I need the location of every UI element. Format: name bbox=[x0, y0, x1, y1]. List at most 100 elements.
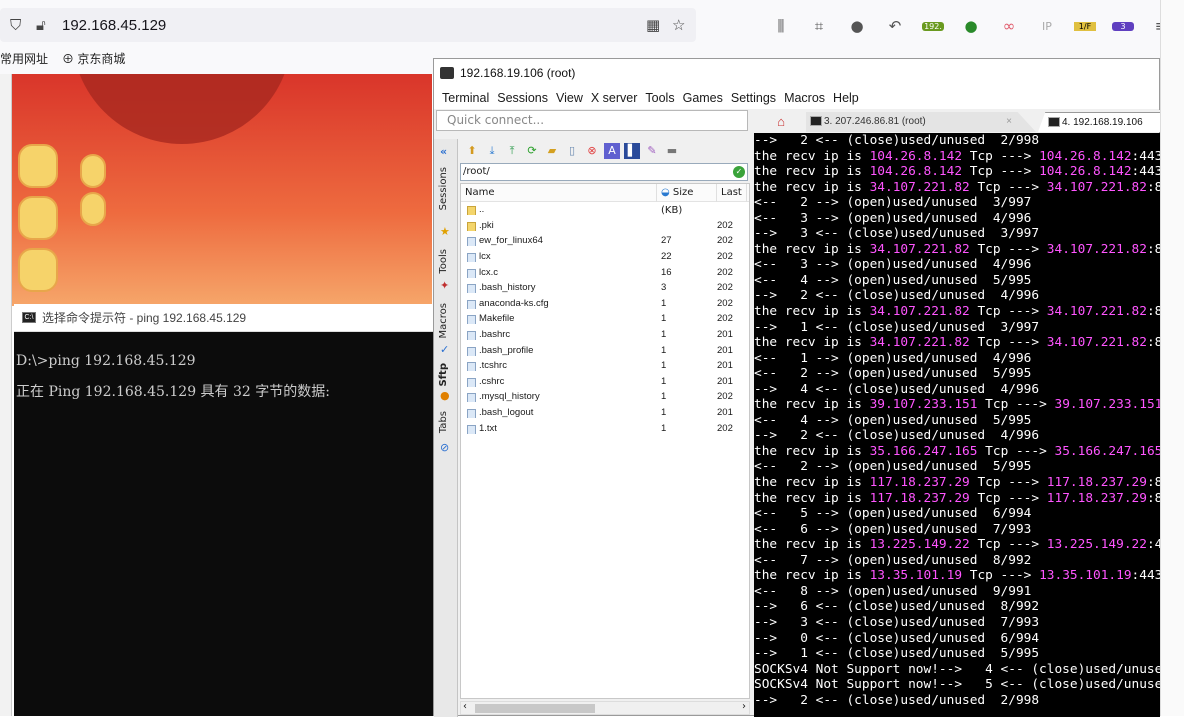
cmd-output[interactable]: D:\>ping 192.168.45.129 正在 Ping 192.168.… bbox=[14, 332, 434, 422]
tab-session-4[interactable]: 4. 192.168.19.106 (root) bbox=[1038, 112, 1160, 132]
file-row[interactable]: Makefile 1 202 bbox=[461, 311, 749, 327]
sftp-file-list[interactable]: Name ◒ Size (KB) Last .. .pki 202 ew_for_li… bbox=[460, 183, 750, 699]
menu-sessions[interactable]: Sessions bbox=[493, 91, 552, 105]
file-icon bbox=[467, 237, 476, 247]
tab-session-3[interactable]: 3. 207.246.86.81 (root) × bbox=[806, 112, 1036, 132]
tab-tools[interactable]: Tools bbox=[438, 249, 449, 274]
extension-badge-icon[interactable]: 192. bbox=[922, 21, 944, 31]
bookmark-item[interactable]: 常用网址 bbox=[0, 50, 48, 70]
url-bar[interactable]: ⛉ 🔓︎ 192.168.45.129 ▦ ☆ bbox=[0, 8, 696, 42]
file-row[interactable]: .bash_history 3 202 bbox=[461, 280, 749, 296]
green-globe-icon[interactable]: ● bbox=[960, 17, 982, 35]
menu-settings[interactable]: Settings bbox=[727, 91, 780, 105]
file-row[interactable]: .bashrc 1 201 bbox=[461, 327, 749, 343]
bookmark-item[interactable]: ⊕ 京东商城 bbox=[62, 50, 125, 70]
rename-icon[interactable]: A bbox=[604, 143, 620, 159]
terminal-tabs: ⌂ 3. 207.246.86.81 (root) × 4. 192.168.19… bbox=[754, 110, 1160, 132]
scroll-left-icon[interactable]: ‹ bbox=[463, 701, 467, 712]
bookmark-star-icon[interactable]: ☆ bbox=[672, 16, 685, 34]
menu-terminal[interactable]: Terminal bbox=[438, 91, 493, 105]
file-last-modified: 202 bbox=[717, 313, 733, 325]
column-name[interactable]: Name bbox=[461, 184, 657, 202]
filter-icon: ◒ bbox=[661, 186, 673, 198]
new-file-icon[interactable]: ▯ bbox=[564, 143, 580, 159]
file-row[interactable]: lcx.c 16 202 bbox=[461, 264, 749, 280]
file-row[interactable]: anaconda-ks.cfg 1 202 bbox=[461, 296, 749, 312]
sftp-path-input[interactable]: /root/ ✓ bbox=[460, 163, 748, 181]
terminal-line: <-- 4 --> (open)used/unused 5/995 bbox=[754, 413, 1160, 429]
terminal-text: the recv ip is bbox=[754, 164, 870, 180]
terminal-text: Tcp ---> bbox=[977, 397, 1055, 413]
file-list-scrollbar[interactable]: ‹ › bbox=[460, 701, 750, 715]
tab-macros[interactable]: Macros bbox=[438, 303, 449, 338]
refresh-icon[interactable]: ⟳ bbox=[524, 143, 540, 159]
home-tab-icon[interactable]: ⌂ bbox=[762, 112, 796, 132]
menu-xserver[interactable]: X server bbox=[587, 91, 642, 105]
column-last[interactable]: Last bbox=[717, 184, 747, 202]
upload-icon[interactable]: ⤒ bbox=[504, 143, 520, 159]
terminal-line: SOCKSv4 Not Support now!--> 4 <-- (close… bbox=[754, 662, 1160, 678]
close-tab-icon[interactable]: × bbox=[1006, 112, 1012, 132]
scroll-right-icon[interactable]: › bbox=[742, 701, 746, 712]
file-row[interactable]: .pki 202 bbox=[461, 218, 749, 234]
lantern-icon bbox=[80, 154, 106, 188]
parent-folder-icon[interactable]: ⬆ bbox=[464, 143, 480, 159]
terminal-line: the recv ip is 104.26.8.142 Tcp ---> 104… bbox=[754, 149, 1160, 165]
sftp-toolbar: ⬆ ⤓ ⤒ ⟳ ▰ ▯ ⊗ A ▌ ✎ ▬ bbox=[460, 139, 750, 163]
file-row[interactable]: ew_for_linux64 27 202 bbox=[461, 233, 749, 249]
properties-icon[interactable]: ▌ bbox=[624, 143, 640, 159]
crop-icon[interactable]: ⌗ bbox=[808, 17, 830, 35]
mobaxterm-window[interactable]: 192.168.19.106 (root) Terminal Sessions … bbox=[433, 58, 1160, 717]
tab-sftp[interactable]: Sftp bbox=[438, 363, 449, 387]
tab-tabs[interactable]: Tabs bbox=[438, 411, 449, 433]
menu-help[interactable]: Help bbox=[829, 91, 863, 105]
column-size[interactable]: ◒ Size (KB) bbox=[657, 184, 717, 216]
cmd-titlebar[interactable]: C:\ 选择命令提示符 - ping 192.168.45.129 bbox=[14, 304, 434, 332]
file-size: 1 bbox=[661, 391, 667, 403]
terminal-output[interactable]: --> 2 <-- (close)used/unused 2/998 the re… bbox=[754, 133, 1160, 717]
file-row[interactable]: .mysql_history 1 202 bbox=[461, 389, 749, 405]
file-last-modified: 202 bbox=[717, 391, 733, 403]
terminal-line: <-- 8 --> (open)used/unused 9/991 bbox=[754, 584, 1160, 600]
url-text[interactable]: 192.168.45.129 bbox=[62, 17, 166, 34]
cmd-window[interactable]: C:\ 选择命令提示符 - ping 192.168.45.129 D:\>pi… bbox=[14, 304, 434, 716]
terminal-line: --> 0 <-- (close)used/unused 6/994 bbox=[754, 631, 1160, 647]
undo-icon[interactable]: ↶ bbox=[884, 17, 906, 35]
new-folder-icon[interactable]: ▰ bbox=[544, 143, 560, 159]
insecure-lock-icon[interactable]: 🔓︎ bbox=[36, 16, 46, 34]
file-row[interactable]: lcx 22 202 bbox=[461, 249, 749, 265]
file-row[interactable]: .bash_logout 1 201 bbox=[461, 405, 749, 421]
file-name: lcx bbox=[479, 251, 491, 263]
delete-icon[interactable]: ⊗ bbox=[584, 143, 600, 159]
file-row[interactable]: .bash_profile 1 201 bbox=[461, 342, 749, 358]
edit-icon[interactable]: ✎ bbox=[644, 143, 660, 159]
shield-icon[interactable]: ⛉ bbox=[10, 16, 21, 34]
cmd-title: 选择命令提示符 - ping 192.168.45.129 bbox=[42, 311, 247, 325]
collapse-icon[interactable]: « bbox=[440, 145, 447, 158]
moba-titlebar[interactable]: 192.168.19.106 (root) bbox=[434, 59, 1159, 87]
extension-3-icon[interactable]: 3 bbox=[1112, 21, 1134, 31]
ip-icon[interactable]: IP bbox=[1036, 20, 1058, 33]
file-size: 1 bbox=[661, 297, 667, 309]
library-icon[interactable]: ⫼ bbox=[770, 17, 792, 35]
file-row[interactable]: .cshrc 1 201 bbox=[461, 374, 749, 390]
chat-icon[interactable]: ● bbox=[846, 17, 868, 35]
qr-code-icon[interactable]: ▦ bbox=[646, 16, 660, 34]
file-row[interactable]: .. bbox=[461, 202, 749, 218]
menu-tools[interactable]: Tools bbox=[641, 91, 678, 105]
file-row[interactable]: .tcshrc 1 201 bbox=[461, 358, 749, 374]
extension-2-icon[interactable]: 1/F bbox=[1074, 21, 1096, 31]
menu-view[interactable]: View bbox=[552, 91, 587, 105]
menu-games[interactable]: Games bbox=[679, 91, 727, 105]
file-row[interactable]: 1.txt 1 202 bbox=[461, 420, 749, 436]
terminal-follow-icon[interactable]: ▬ bbox=[664, 143, 680, 159]
sftp-icon: ● bbox=[440, 389, 450, 402]
menu-macros[interactable]: Macros bbox=[780, 91, 829, 105]
quick-connect-input[interactable]: Quick connect... bbox=[436, 110, 748, 131]
tab-sessions[interactable]: Sessions bbox=[438, 167, 449, 210]
path-ok-icon[interactable]: ✓ bbox=[733, 166, 745, 178]
download-icon[interactable]: ⤓ bbox=[484, 143, 500, 159]
side-tabs: « Sessions ★ Tools ✦ Macros ✓ Sftp ● Tab… bbox=[434, 139, 458, 717]
link-icon[interactable]: ∞ bbox=[998, 17, 1020, 35]
scrollbar-thumb[interactable] bbox=[475, 704, 595, 713]
